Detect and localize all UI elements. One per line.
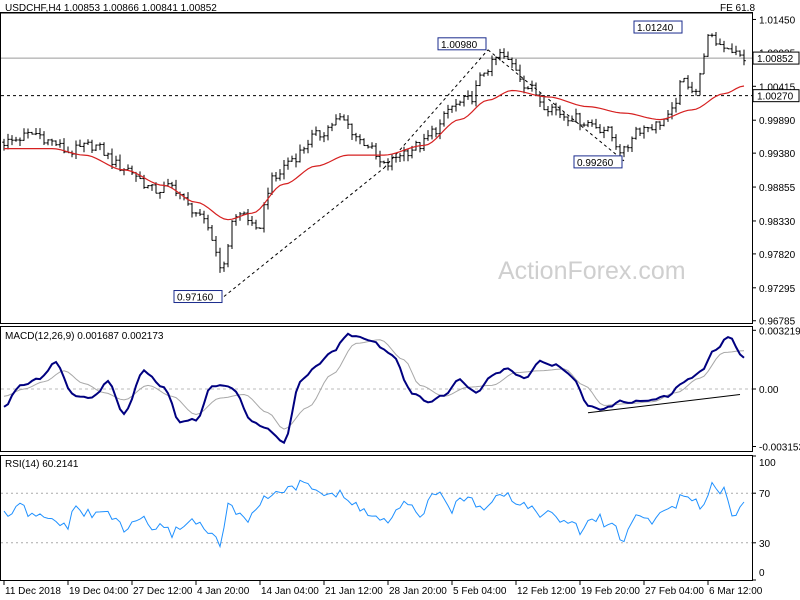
macd-y-tick-label: 0.00 xyxy=(759,385,779,396)
x-tick-label: 6 Mar 12:00 xyxy=(709,586,763,597)
price-y-tick-label: 1.01450 xyxy=(759,15,796,26)
macd-signal-line xyxy=(3,339,745,430)
x-tick-label: 11 Dec 2018 xyxy=(5,586,61,597)
annotation-label: 0.97160 xyxy=(177,293,214,304)
moving-average-line xyxy=(4,85,745,221)
x-tick-label: 12 Feb 12:00 xyxy=(517,586,576,597)
price-y-tick-label: 0.97295 xyxy=(759,284,796,295)
x-tick-label: 19 Feb 20:00 xyxy=(581,586,640,597)
x-tick-label: 14 Jan 04:00 xyxy=(261,586,319,597)
macd-y-tick-label: -0.003153 xyxy=(759,442,800,453)
fib-label: FE 61.8 xyxy=(720,3,755,14)
x-tick-label: 27 Feb 04:00 xyxy=(645,586,704,597)
x-tick-label: 21 Jan 12:00 xyxy=(325,586,383,597)
annotation-label: 1.01240 xyxy=(637,23,674,34)
annotation-label: 1.00980 xyxy=(441,40,478,51)
rsi-line xyxy=(3,479,745,549)
rsi-label: RSI(14) 60.2141 xyxy=(5,459,79,470)
rsi-y-tick-label: 70 xyxy=(759,489,771,500)
price-y-tick-label: 0.99380 xyxy=(759,149,796,160)
chart-header: USDCHF,H4 1.00853 1.00866 1.00841 1.0085… xyxy=(5,3,217,14)
rsi-panel-frame xyxy=(0,455,753,581)
annotation-label: 0.99260 xyxy=(577,158,614,169)
x-tick-label: 4 Jan 20:00 xyxy=(197,586,250,597)
rsi-y-tick-label: 30 xyxy=(759,539,771,550)
price-y-tick-label: 0.99890 xyxy=(759,116,796,127)
watermark: ActionForex.com xyxy=(498,257,686,285)
level-price-tag-label: 1.00270 xyxy=(757,92,794,103)
macd-label: MACD(12,26,9) 0.001687 0.002173 xyxy=(5,331,164,342)
trendline xyxy=(383,49,489,169)
macd-layer xyxy=(1,332,752,445)
x-tick-label: 5 Feb 04:00 xyxy=(453,586,507,597)
price-y-tick-label: 0.98855 xyxy=(759,183,796,194)
macd-line xyxy=(3,332,745,445)
x-tick-label: 19 Dec 04:00 xyxy=(69,586,129,597)
rsi-y-tick-label: 100 xyxy=(759,458,776,469)
trendline xyxy=(223,167,385,297)
chart-root: USDCHF,H4 1.00853 1.00866 1.00841 1.0085… xyxy=(0,3,800,597)
axis-layer: 1.014501.009351.004150.998900.993800.988… xyxy=(3,15,800,597)
x-tick-label: 28 Jan 20:00 xyxy=(389,586,447,597)
macd-y-tick-label: 0.003219 xyxy=(759,326,800,337)
rsi-y-tick-label: 0 xyxy=(759,568,765,579)
price-y-tick-label: 0.97820 xyxy=(759,250,796,261)
current-price-tag-label: 1.00852 xyxy=(757,54,794,65)
price-y-tick-label: 0.98330 xyxy=(759,217,796,228)
x-tick-label: 27 Dec 12:00 xyxy=(133,586,193,597)
rsi-layer xyxy=(1,479,752,549)
